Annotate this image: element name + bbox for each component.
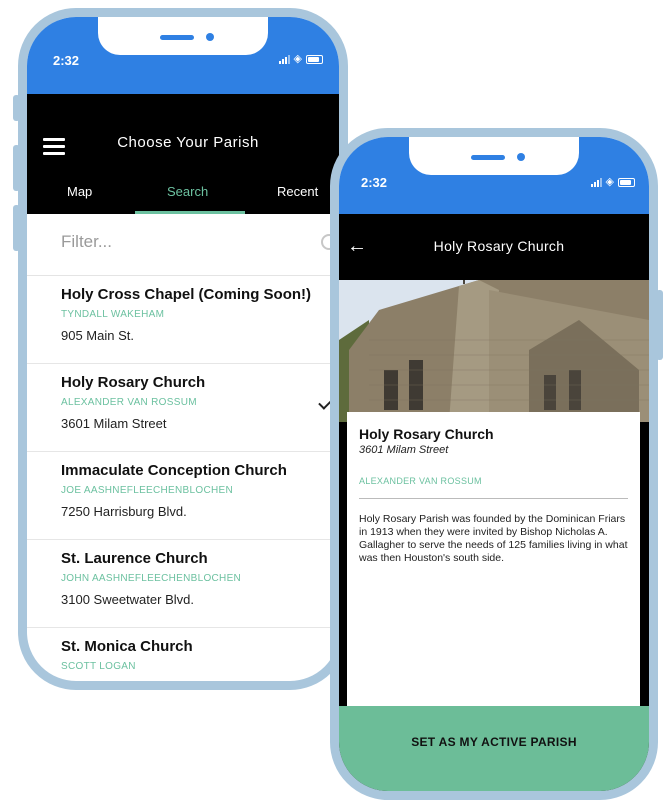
status-bar: 2:32 ◈ [27,17,339,94]
set-active-parish-button[interactable]: SET AS MY ACTIVE PARISH [339,706,649,791]
parish-item-st-laurence[interactable]: St. Laurence Church JOHN AASHNEFLEECHENB… [27,540,339,628]
parish-address: 905 Main St. [61,328,134,343]
parish-name: Immaculate Conception Church [61,462,287,479]
right-phone: 2:32 ◈ ← Holy Rosary Church Holy Rosary … [330,128,658,800]
battery-icon [306,54,323,64]
card-parish-name: Holy Rosary Church [359,426,494,442]
parish-list: Holy Cross Chapel (Coming Soon!) TYNDALL… [27,276,339,681]
parish-pastor: JOE AASHNEFLEECHENBLOCHEN [61,485,233,496]
card-pastor: ALEXANDER VAN ROSSUM [359,476,482,486]
camera [206,33,214,41]
camera [517,153,525,161]
parish-name: St. Laurence Church [61,550,208,567]
signal-icon [590,177,602,187]
tab-bar: Map Search Recent [27,174,339,214]
page-title: Choose Your Parish [117,134,259,151]
signal-icon [278,54,290,64]
tab-map[interactable]: Map [67,184,92,199]
church-photo-illustration [339,280,649,422]
card-parish-address: 3601 Milam Street [359,444,449,456]
detail-header: ← Holy Rosary Church [339,214,649,280]
filter-input[interactable] [61,232,291,252]
parish-item-holy-rosary[interactable]: Holy Rosary Church ALEXANDER VAN ROSSUM … [27,364,339,452]
left-phone: 2:32 ◈ Choose Your Parish Map Search Rec… [18,8,348,690]
status-bar: 2:32 ◈ [339,137,649,214]
card-divider [359,498,628,499]
filter-bar [27,214,339,276]
parish-pastor: JOHN AASHNEFLEECHENBLOCHEN [61,573,242,584]
speaker [471,155,505,160]
detail-title: Holy Rosary Church [433,238,565,254]
notch [98,17,268,55]
wifi-icon: ◈ [293,53,302,65]
notch [409,137,579,175]
parish-name: Holy Rosary Church [61,374,206,391]
parish-name: St. Monica Church [61,638,193,655]
mockup-stage: 2:32 ◈ Choose Your Parish Map Search Rec… [0,0,669,801]
status-icons: ◈ [278,53,323,65]
parish-pastor: ALEXANDER VAN ROSSUM [61,397,197,408]
parish-item-immaculate-conception[interactable]: Immaculate Conception Church JOE AASHNEF… [27,452,339,540]
parish-info-card: Holy Rosary Church 3601 Milam Street ALE… [347,412,640,708]
tab-recent[interactable]: Recent [277,184,318,199]
status-time: 2:32 [53,53,80,68]
parish-name: Holy Cross Chapel (Coming Soon!) [61,286,312,303]
parish-pastor: SCOTT LOGAN [61,661,136,672]
parish-item-st-monica[interactable]: St. Monica Church SCOTT LOGAN [27,628,339,681]
parish-address: 3100 Sweetwater Blvd. [61,592,194,607]
tab-search[interactable]: Search [167,184,208,199]
church-photo [339,280,649,422]
wifi-icon: ◈ [605,176,614,188]
parish-address: 7250 Harrisburg Blvd. [61,504,187,519]
parish-pastor: TYNDALL WAKEHAM [61,309,165,320]
card-description: Holy Rosary Parish was founded by the Do… [359,513,628,564]
app-header: Choose Your Parish Map Search Recent [27,94,339,214]
detail-body: Holy Rosary Church 3601 Milam Street ALE… [339,280,649,791]
parish-address: 3601 Milam Street [61,416,167,431]
parish-item-holy-cross[interactable]: Holy Cross Chapel (Coming Soon!) TYNDALL… [27,276,339,364]
battery-icon [618,177,635,187]
status-time: 2:32 [361,175,388,190]
speaker [160,35,194,40]
status-icons: ◈ [590,176,635,188]
